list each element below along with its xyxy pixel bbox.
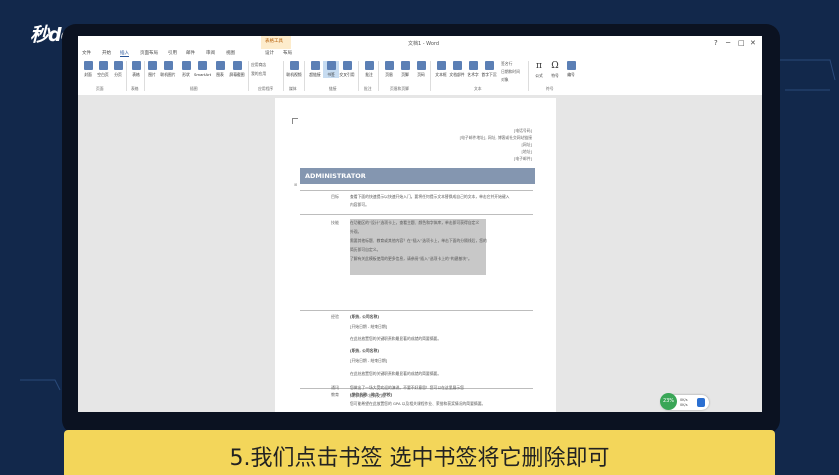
screenshot-icon — [232, 61, 242, 70]
screenshot-button[interactable]: 屏幕截图 — [229, 61, 245, 78]
store-button[interactable]: 应用商店 — [251, 62, 266, 68]
ribbon-tabs: 文件 开始 插入 页面布局 引用 邮件 审阅 视图 设计 布局 — [78, 49, 762, 58]
footer-icon — [400, 61, 410, 70]
usage-percent: 23% — [660, 393, 677, 410]
drop-cap-button[interactable]: 首字下沉 — [481, 61, 497, 78]
wordart-button[interactable]: 艺术字 — [465, 61, 481, 78]
minimize-button[interactable]: ─ — [726, 39, 730, 47]
tab-view[interactable]: 视图 — [226, 50, 235, 56]
header-button[interactable]: 页眉 — [381, 61, 397, 78]
tab-insert[interactable]: 插入 — [120, 50, 129, 57]
help-button[interactable]: ? — [714, 39, 718, 47]
signature-line-button[interactable]: 签名行 — [501, 61, 512, 67]
table-icon — [131, 61, 141, 70]
tab-layout[interactable]: 页面布局 — [140, 50, 158, 56]
shapes-icon — [181, 61, 191, 70]
number-button[interactable]: 编号 — [563, 61, 579, 78]
page-break-icon — [113, 61, 123, 70]
group-media: 媒体 — [289, 86, 297, 91]
title-bar: 文档1 - Word 表格工具 ? ─ □ ✕ — [78, 36, 762, 50]
smartart-button[interactable]: SmartArt — [194, 61, 211, 77]
resume-banner: ADMINISTRATOR — [300, 168, 535, 184]
page-number-button[interactable]: 页码 — [413, 61, 429, 78]
bookmark-button[interactable]: 书签 — [323, 61, 339, 78]
cross-reference-button[interactable]: 交叉引用 — [339, 61, 355, 78]
subtitle-bar: 5.我们点击书签 选中书签将它删除即可 — [64, 430, 775, 475]
tab-references[interactable]: 引用 — [168, 50, 177, 56]
comment-button[interactable]: 批注 — [361, 61, 377, 78]
online-picture-button[interactable]: 联机图片 — [160, 61, 176, 78]
shield-icon — [697, 398, 705, 407]
drop-cap-icon — [484, 61, 494, 70]
quick-parts-icon — [452, 61, 462, 70]
symbol-icon: Ω — [551, 61, 559, 71]
comment-icon — [364, 61, 374, 70]
equation-button[interactable]: π 公式 — [531, 61, 547, 79]
tab-file[interactable]: 文件 — [82, 50, 91, 56]
section-label-skills: 技能 — [331, 220, 339, 225]
group-header-footer: 页眉和页脚 — [390, 86, 409, 91]
section-label-objective: 目标 — [331, 194, 339, 199]
tab-table-design[interactable]: 设计 — [265, 50, 274, 56]
date-time-button[interactable]: 日期和时间 — [501, 69, 520, 75]
online-video-button[interactable]: 联机视频 — [286, 61, 302, 78]
section-label-education: 教育 — [331, 392, 339, 397]
cover-page-icon — [83, 61, 93, 70]
tab-home[interactable]: 开始 — [102, 50, 111, 56]
cross-reference-icon — [342, 61, 352, 70]
group-text: 文本 — [474, 86, 482, 91]
number-icon — [566, 61, 576, 70]
text-box-icon — [436, 61, 446, 70]
chart-icon — [215, 61, 225, 70]
picture-button[interactable]: 图片 — [144, 61, 160, 78]
picture-icon — [147, 61, 157, 70]
quick-parts-button[interactable]: 文档部件 — [449, 61, 465, 78]
online-picture-icon — [163, 61, 173, 70]
section-label-experience: 经验 — [331, 314, 339, 319]
ribbon: 封面 空白页 分页 表格 图片 联机图片 形状 SmartArt 图表 屏幕截图… — [78, 58, 762, 96]
footer-button[interactable]: 页脚 — [397, 61, 413, 78]
symbol-button[interactable]: Ω 符号 — [547, 61, 563, 79]
blank-page-button[interactable]: 空白页 — [95, 61, 111, 78]
equation-icon: π — [536, 61, 542, 71]
blank-page-icon — [98, 61, 108, 70]
speed-monitor-widget[interactable]: 23% 0K/s 0K/s — [660, 393, 709, 410]
page-break-button[interactable]: 分页 — [110, 61, 126, 78]
group-illustrations: 插图 — [190, 86, 198, 91]
wordart-icon — [468, 61, 478, 70]
group-apps: 应用程序 — [258, 86, 274, 91]
group-pages: 页面 — [96, 86, 104, 91]
group-symbols: 符号 — [546, 86, 554, 91]
online-video-icon — [289, 61, 299, 70]
my-apps-button[interactable]: 我的应用 — [251, 71, 266, 77]
group-comments: 批注 — [364, 86, 372, 91]
tab-mailings[interactable]: 邮件 — [186, 50, 195, 56]
chart-button[interactable]: 图表 — [212, 61, 228, 78]
document-page[interactable]: [电话号码] [电子邮件地址], 网址, 博客或社交网站链接 [网址] [地址]… — [275, 98, 556, 412]
hyperlink-icon — [310, 61, 320, 70]
table-button[interactable]: 表格 — [128, 61, 144, 78]
smartart-icon — [197, 61, 207, 70]
table-handle-icon[interactable]: ⊞ — [294, 182, 297, 187]
header-icon — [384, 61, 394, 70]
group-links: 链接 — [329, 86, 337, 91]
object-button[interactable]: 对象 — [501, 77, 509, 83]
text-box-button[interactable]: 文本框 — [433, 61, 449, 78]
maximize-button[interactable]: □ — [738, 39, 745, 47]
word-window: 文档1 - Word 表格工具 ? ─ □ ✕ 文件 开始 插入 页面布局 引用… — [78, 36, 762, 412]
hyperlink-button[interactable]: 超链接 — [307, 61, 323, 78]
group-tables: 表格 — [131, 86, 139, 91]
shapes-button[interactable]: 形状 — [178, 61, 194, 78]
page-number-icon — [416, 61, 426, 70]
window-title: 文档1 - Word — [408, 41, 440, 47]
tab-table-layout[interactable]: 布局 — [283, 50, 292, 56]
crop-mark — [292, 118, 298, 124]
bookmark-icon — [326, 61, 336, 70]
subtitle-text: 5.我们点击书签 选中书签将它删除即可 — [229, 446, 610, 471]
tab-review[interactable]: 审阅 — [206, 50, 215, 56]
close-button[interactable]: ✕ — [750, 39, 756, 47]
table-tools-header: 表格工具 — [261, 36, 291, 50]
cover-page-button[interactable]: 封面 — [80, 61, 96, 78]
section-label-communication: 通讯 — [331, 385, 339, 390]
